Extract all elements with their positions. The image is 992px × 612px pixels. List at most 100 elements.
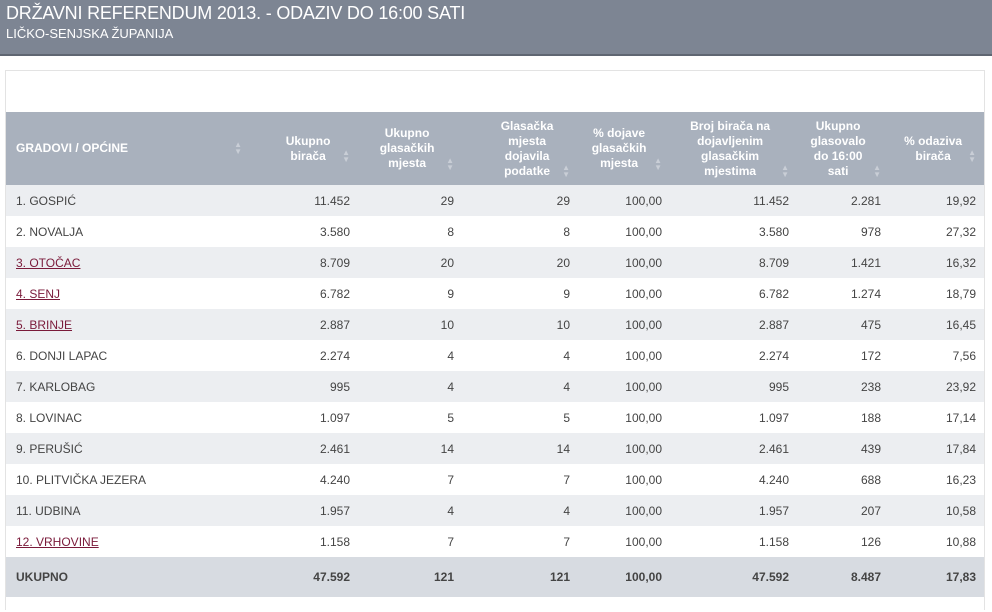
sort-icon[interactable]: ▲ ▼ (654, 156, 662, 171)
municipality-link[interactable]: 5. BRINJE (16, 318, 72, 332)
cell-ukupno-mjesta: 9 (358, 278, 462, 309)
cell-municipality: 12. VRHOVINE (6, 526, 246, 557)
cell-odaziv: 16,45 (889, 309, 984, 340)
municipality-name: 6. DONJI LAPAC (16, 348, 108, 363)
cell-dojavila: 20 (462, 247, 578, 278)
municipality-link[interactable]: 3. OTOČAC (16, 256, 80, 270)
cell-ukupno-biraca: 4.240 (246, 464, 358, 495)
cell-dojavila: 8 (462, 216, 578, 247)
column-header-broj-biraca[interactable]: Broj birača na dojavljenim glasačkim mje… (670, 112, 797, 185)
table-header-row: GRADOVI / OPĆINE ▲ ▼ Ukupno birača ▲ ▼ Ukup… (6, 112, 984, 185)
column-label: Glasačka mjesta dojavila podatke (500, 118, 554, 178)
cell-dojave: 100,00 (578, 433, 670, 464)
cell-dojavila: 29 (462, 185, 578, 216)
total-ukupno-biraca: 47.592 (246, 557, 358, 597)
sort-icon[interactable]: ▲ ▼ (873, 164, 881, 179)
sort-icon[interactable]: ▲ ▼ (562, 164, 570, 179)
total-glasovalo: 8.487 (797, 557, 889, 597)
municipality-link[interactable]: 12. VRHOVINE (16, 535, 99, 549)
cell-ukupno-biraca: 2.461 (246, 433, 358, 464)
total-broj-biraca: 47.592 (670, 557, 797, 597)
sort-icon[interactable]: ▲ ▼ (234, 141, 242, 156)
sort-icon[interactable]: ▲ ▼ (781, 164, 789, 179)
cell-broj-biraca: 995 (670, 371, 797, 402)
cell-broj-biraca: 2.274 (670, 340, 797, 371)
cell-ukupno-mjesta: 29 (358, 185, 462, 216)
cell-ukupno-biraca: 3.580 (246, 216, 358, 247)
table-row: 8. LOVINAC 1.097 5 5 100,00 1.097 188 17,14 (6, 402, 984, 433)
cell-broj-biraca: 8.709 (670, 247, 797, 278)
page-header: DRŽAVNI REFERENDUM 2013. - ODAZIV DO 16:… (0, 0, 992, 56)
cell-ukupno-mjesta: 14 (358, 433, 462, 464)
municipality-name: 9. PERUŠIĆ (16, 441, 83, 456)
cell-municipality: 6. DONJI LAPAC (6, 340, 246, 371)
cell-ukupno-biraca: 1.957 (246, 495, 358, 526)
cell-glasovalo: 688 (797, 464, 889, 495)
cell-odaziv: 18,79 (889, 278, 984, 309)
column-header-ukupno-mjesta[interactable]: Ukupno glasačkih mjesta ▲ ▼ (358, 112, 462, 185)
cell-odaziv: 19,92 (889, 185, 984, 216)
cell-dojavila: 14 (462, 433, 578, 464)
cell-glasovalo: 978 (797, 216, 889, 247)
cell-municipality: 4. SENJ (6, 278, 246, 309)
table-row: 6. DONJI LAPAC 2.274 4 4 100,00 2.274 172 7,56 (6, 340, 984, 371)
table-row: 10. PLITVIČKA JEZERA 4.240 7 7 100,00 4.240 68… (6, 464, 984, 495)
cell-ukupno-biraca: 2.274 (246, 340, 358, 371)
cell-glasovalo: 172 (797, 340, 889, 371)
column-header-ukupno-biraca[interactable]: Ukupno birača ▲ ▼ (246, 112, 358, 185)
cell-broj-biraca: 3.580 (670, 216, 797, 247)
cell-ukupno-biraca: 6.782 (246, 278, 358, 309)
cell-dojave: 100,00 (578, 216, 670, 247)
municipality-link[interactable]: 4. SENJ (16, 287, 60, 301)
cell-dojavila: 4 (462, 371, 578, 402)
sort-icon[interactable]: ▲ ▼ (968, 149, 976, 164)
cell-broj-biraca: 11.452 (670, 185, 797, 216)
cell-glasovalo: 475 (797, 309, 889, 340)
column-label: Ukupno glasovalo do 16:00 sati (810, 118, 866, 178)
cell-municipality: 9. PERUŠIĆ (6, 433, 246, 464)
table-row: 2. NOVALJA 3.580 8 8 100,00 3.580 978 27,32 (6, 216, 984, 247)
cell-broj-biraca: 1.097 (670, 402, 797, 433)
sort-icon[interactable]: ▲ ▼ (446, 156, 454, 171)
cell-odaziv: 16,32 (889, 247, 984, 278)
total-dojave: 100,00 (578, 557, 670, 597)
column-header-dojave[interactable]: % dojave glasačkih mjesta ▲ ▼ (578, 112, 670, 185)
cell-dojavila: 7 (462, 526, 578, 557)
cell-ukupno-mjesta: 5 (358, 402, 462, 433)
table-row: 4. SENJ 6.782 9 9 100,00 6.782 1.274 18,79 (6, 278, 984, 309)
cell-dojave: 100,00 (578, 526, 670, 557)
cell-ukupno-biraca: 995 (246, 371, 358, 402)
column-header-dojavila[interactable]: Glasačka mjesta dojavila podatke ▲ ▼ (462, 112, 578, 185)
municipality-name: 11. UDBINA (16, 503, 81, 518)
table-row: 3. OTOČAC 8.709 20 20 100,00 8.709 1.421 16,32 (6, 247, 984, 278)
table-body: 1. GOSPIĆ 11.452 29 29 100,00 11.452 2.281 19,9… (6, 185, 984, 557)
total-dojavila: 121 (462, 557, 578, 597)
cell-ukupno-mjesta: 7 (358, 526, 462, 557)
cell-odaziv: 17,14 (889, 402, 984, 433)
cell-ukupno-mjesta: 4 (358, 340, 462, 371)
cell-glasovalo: 238 (797, 371, 889, 402)
column-label: Broj birača na dojavljenim glasačkim mje… (690, 118, 771, 178)
cell-odaziv: 16,23 (889, 464, 984, 495)
column-label: Ukupno glasačkih mjesta (379, 126, 435, 170)
cell-dojavila: 4 (462, 495, 578, 526)
cell-municipality: 10. PLITVIČKA JEZERA (6, 464, 246, 495)
cell-ukupno-mjesta: 10 (358, 309, 462, 340)
column-header-glasovalo[interactable]: Ukupno glasovalo do 16:00 sati ▲ ▼ (797, 112, 889, 185)
sort-icon[interactable]: ▲ ▼ (342, 149, 350, 164)
total-odaziv: 17,83 (889, 557, 984, 597)
cell-dojavila: 7 (462, 464, 578, 495)
cell-ukupno-biraca: 1.158 (246, 526, 358, 557)
cell-dojave: 100,00 (578, 278, 670, 309)
column-header-odaziv[interactable]: % odaziva birača ▲ ▼ (889, 112, 984, 185)
cell-ukupno-mjesta: 8 (358, 216, 462, 247)
cell-municipality: 7. KARLOBAG (6, 371, 246, 402)
cell-municipality: 3. OTOČAC (6, 247, 246, 278)
column-header-name[interactable]: GRADOVI / OPĆINE ▲ ▼ (6, 112, 246, 185)
cell-glasovalo: 1.421 (797, 247, 889, 278)
table-total-row: UKUPNO 47.592 121 121 100,00 47.592 8.48… (6, 557, 984, 597)
column-label: % dojave glasačkih mjesta (591, 126, 647, 170)
cell-dojave: 100,00 (578, 402, 670, 433)
cell-ukupno-biraca: 11.452 (246, 185, 358, 216)
table-row: 11. UDBINA 1.957 4 4 100,00 1.957 207 10,58 (6, 495, 984, 526)
